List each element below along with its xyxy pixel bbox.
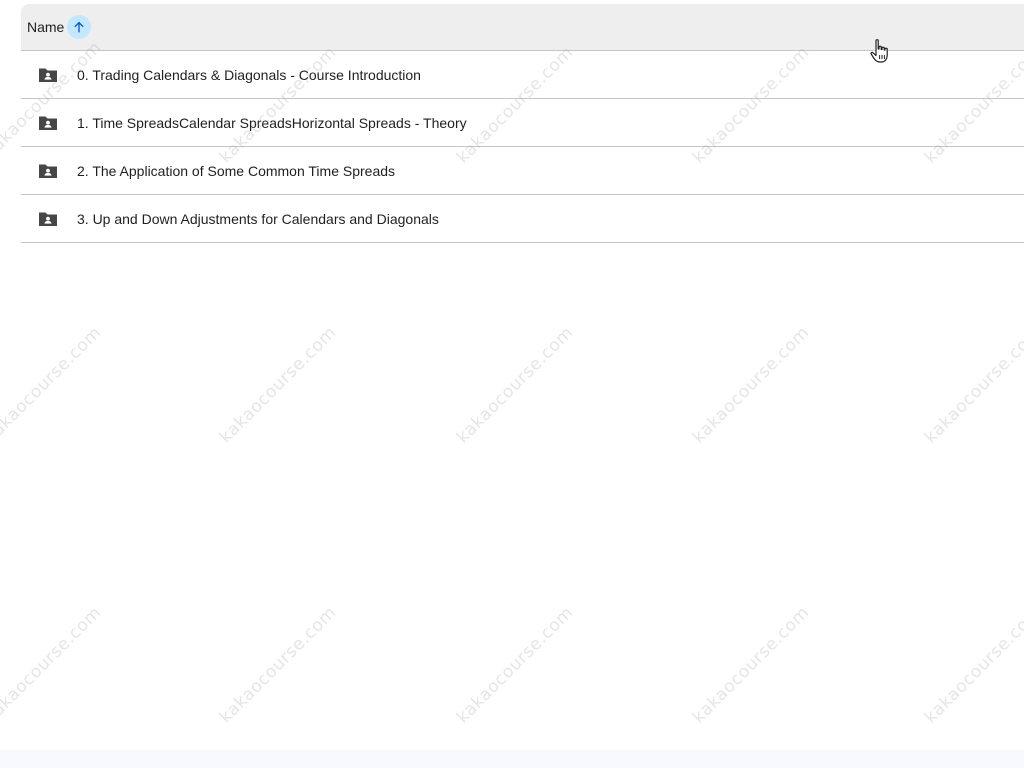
drive-file-list-page: Name 0. Trading Calendars & Diagonals - … (0, 0, 1024, 768)
watermark: kakaocourse.com (0, 602, 106, 728)
shared-folder-icon (38, 65, 58, 85)
watermark: kakaocourse.com (920, 602, 1024, 728)
shared-folder-icon (38, 113, 58, 133)
hand-pointer-cursor-icon (870, 39, 888, 63)
shared-folder-icon (38, 161, 58, 181)
watermark: kakaocourse.com (920, 322, 1024, 448)
sort-direction-button[interactable] (67, 15, 92, 39)
name-column-header[interactable]: Name (27, 19, 64, 35)
arrow-upward-icon (74, 21, 85, 33)
watermark: kakaocourse.com (688, 602, 814, 728)
folder-name: 1. Time SpreadsCalendar SpreadsHorizonta… (77, 114, 467, 131)
shared-folder-icon (38, 209, 58, 229)
watermark: kakaocourse.com (688, 322, 814, 448)
watermark: kakaocourse.com (215, 322, 341, 448)
watermark: kakaocourse.com (0, 322, 106, 448)
bottom-strip (0, 750, 1024, 768)
folder-name: 0. Trading Calendars & Diagonals - Cours… (77, 66, 421, 83)
watermark: kakaocourse.com (215, 602, 341, 728)
folder-name: 2. The Application of Some Common Time S… (77, 162, 396, 179)
watermark: kakaocourse.com (452, 322, 578, 448)
folder-name: 3. Up and Down Adjustments for Calendars… (77, 210, 439, 227)
list-item[interactable]: 2. The Application of Some Common Time S… (21, 147, 1024, 195)
watermark: kakaocourse.com (452, 602, 578, 728)
list-item[interactable]: 1. Time SpreadsCalendar SpreadsHorizonta… (21, 99, 1024, 147)
list-item[interactable]: 3. Up and Down Adjustments for Calendars… (21, 195, 1024, 243)
